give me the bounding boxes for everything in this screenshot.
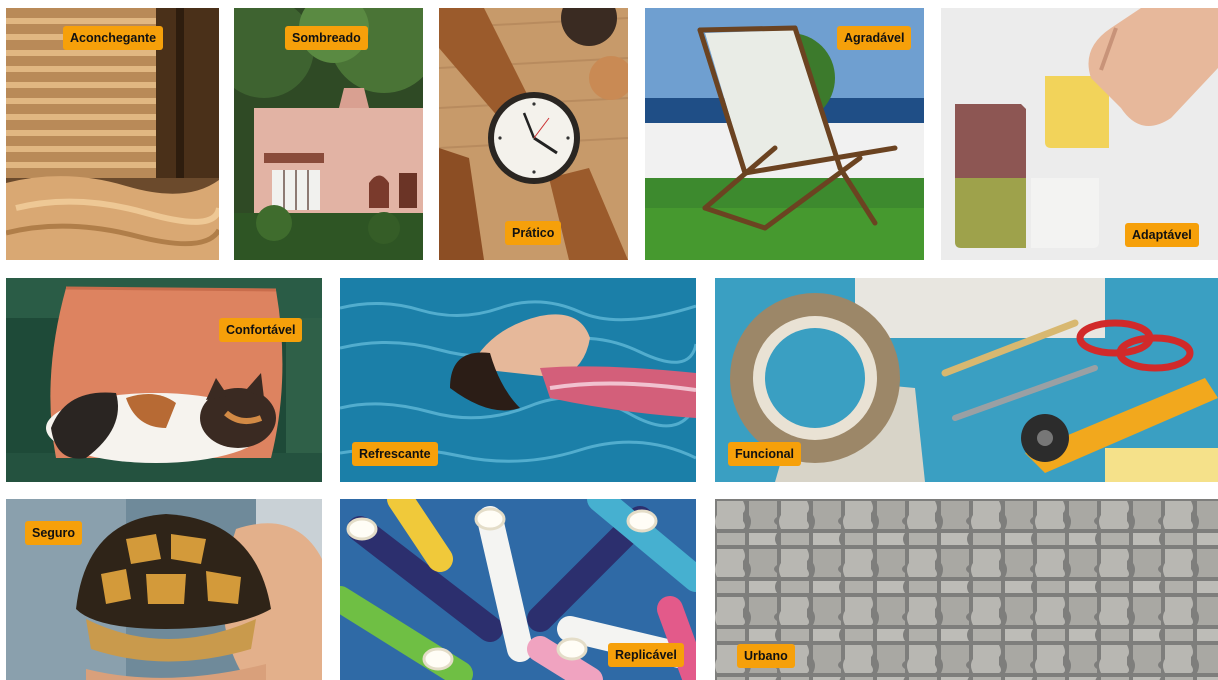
tile-label: Replicável [608, 643, 684, 667]
photo-tile-replicavel[interactable]: Replicável [340, 499, 696, 680]
photo-tile-confortavel[interactable]: Confortável [6, 278, 322, 482]
tile-label: Confortável [219, 318, 303, 342]
photo-tile-refrescante[interactable]: Refrescante [340, 278, 696, 482]
tile-label: Adaptável [1125, 223, 1199, 247]
photo-tile-pratico[interactable]: Prático [439, 8, 628, 260]
tile-label: Urbano [737, 644, 795, 668]
photo-tile-aconchegante[interactable]: Aconchegante [6, 8, 219, 260]
photo-tile-sombreado[interactable]: Sombreado [234, 8, 423, 260]
tile-label: Prático [505, 221, 562, 245]
photo-tile-funcional[interactable]: Funcional [715, 278, 1218, 482]
cat-on-cushion-photo [6, 278, 322, 482]
tile-label: Seguro [25, 521, 83, 545]
tile-label: Agradável [837, 26, 912, 50]
photo-tile-seguro[interactable]: Seguro [6, 499, 322, 680]
tile-label: Funcional [728, 442, 802, 466]
tile-label: Aconchegante [63, 26, 164, 50]
photo-tile-urbano[interactable]: Urbano [715, 499, 1218, 680]
tile-label: Refrescante [352, 442, 438, 466]
photo-tile-agradavel[interactable]: Agradável [645, 8, 924, 260]
tile-label: Sombreado [285, 26, 368, 50]
photo-tile-adaptavel[interactable]: Adaptável [941, 8, 1218, 260]
